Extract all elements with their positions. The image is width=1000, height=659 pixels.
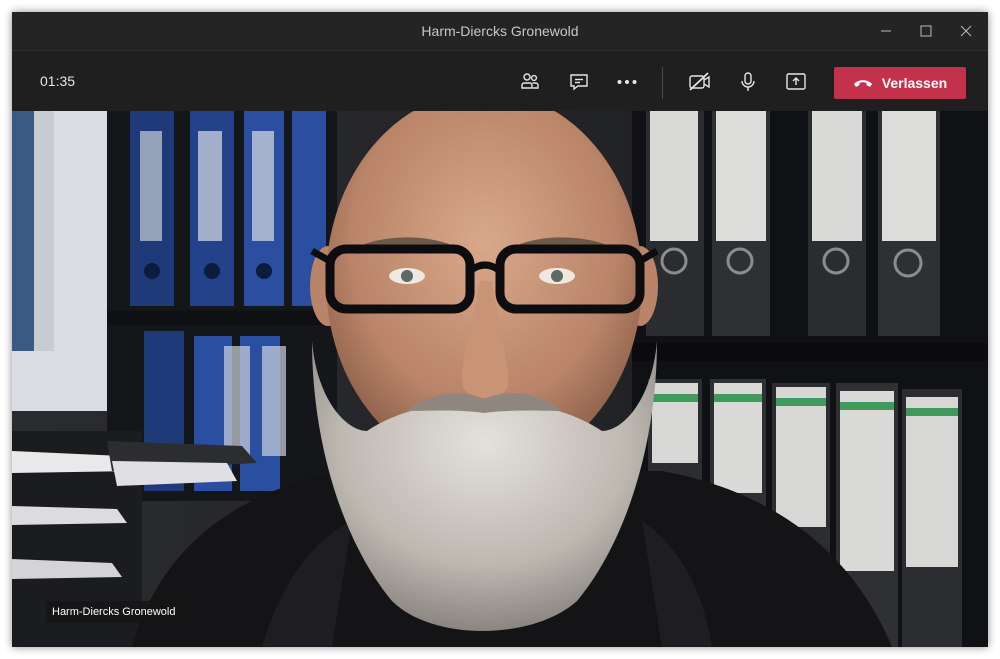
participants-button[interactable]: [512, 65, 548, 99]
window-title: Harm-Diercks Gronewold: [421, 23, 579, 39]
chat-button[interactable]: [561, 65, 597, 99]
close-icon: [960, 25, 972, 37]
title-bar: Harm-Diercks Gronewold: [12, 12, 988, 50]
call-timer: 01:35: [40, 73, 76, 89]
microphone-button[interactable]: [730, 65, 766, 99]
participant-name-tag: Harm-Diercks Gronewold: [46, 601, 182, 623]
share-screen-button[interactable]: [778, 65, 814, 99]
camera-toggle-button[interactable]: [682, 65, 718, 99]
minimize-button[interactable]: [866, 12, 906, 50]
call-toolbar: 01:35 Verlassen: [12, 50, 988, 112]
more-options-button[interactable]: [609, 65, 645, 99]
meeting-window: Harm-Diercks Gronewold 01:35 Verlassen H…: [12, 12, 988, 647]
minimize-icon: [881, 30, 891, 32]
video-frame: [12, 111, 988, 647]
close-button[interactable]: [946, 12, 986, 50]
share-screen-icon: [786, 73, 806, 90]
maximize-button[interactable]: [906, 12, 946, 50]
more-options-icon: [617, 80, 637, 84]
chat-icon: [570, 74, 588, 91]
hang-up-icon: [853, 80, 872, 87]
toolbar-divider: [662, 67, 663, 99]
maximize-icon: [920, 25, 932, 37]
leave-button-label: Verlassen: [881, 75, 948, 91]
participants-icon: [521, 73, 539, 89]
participant-video: Harm-Diercks Gronewold: [12, 111, 988, 647]
leave-button[interactable]: Verlassen: [834, 67, 966, 99]
microphone-icon: [741, 72, 755, 91]
camera-off-icon: [689, 72, 710, 91]
